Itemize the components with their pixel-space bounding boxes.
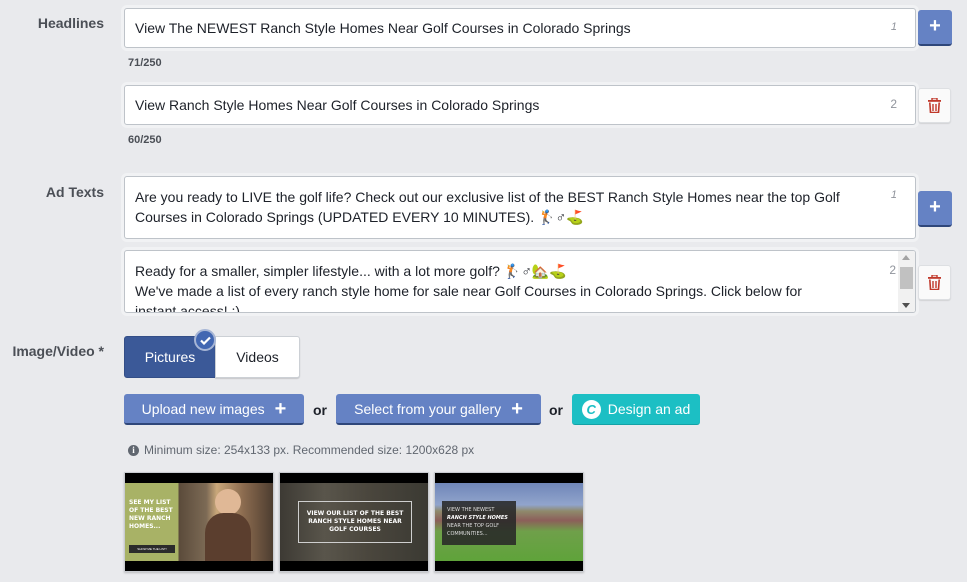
delete-ad-text-button[interactable] — [918, 265, 951, 300]
thumbnail-caption-line: COMMUNITIES... — [447, 531, 488, 537]
add-ad-text-button[interactable]: + — [918, 191, 952, 227]
tab-videos[interactable]: Videos — [215, 336, 300, 378]
delete-headline-button[interactable] — [918, 88, 951, 123]
thumbnail-image: SEE MY LIST OF THE BEST NEW RANCH HOMES.… — [125, 483, 273, 561]
design-ad-button[interactable]: C Design an ad — [572, 394, 700, 425]
select-gallery-button[interactable]: Select from your gallery + — [336, 394, 541, 425]
thumbnail-caption-line: NEAR THE TOP GOLF — [447, 523, 500, 529]
scrollbar-thumb[interactable] — [900, 267, 913, 289]
thumbnail-caption: VIEW OUR LIST OF THE BEST RANCH STYLE HO… — [306, 510, 404, 533]
info-icon: i — [128, 444, 139, 456]
thumbnail-caption-line: VIEW THE NEWEST — [447, 507, 495, 513]
or-separator: or — [313, 402, 327, 418]
ad-text-content-2: Ready for a smaller, simpler lifestyle..… — [125, 251, 915, 313]
image-size-hint: i Minimum size: 254x133 px. Recommended … — [128, 443, 474, 457]
headline-index-1: 1 — [890, 21, 897, 33]
or-separator: or — [549, 402, 563, 418]
ad-text-content-1: Are you ready to LIVE the golf life? Che… — [125, 177, 915, 227]
select-gallery-label: Select from your gallery — [354, 400, 502, 417]
plus-icon: + — [274, 397, 287, 420]
ad-text-line: We've made a list of every ranch style h… — [135, 283, 802, 299]
plus-icon: + — [511, 397, 523, 420]
ad-text-index-2: 2 — [889, 263, 896, 277]
upload-images-button[interactable]: Upload new images + — [124, 394, 304, 425]
ad-text-input-1[interactable]: Are you ready to LIVE the golf life? Che… — [124, 176, 916, 239]
headline-text-1: View The NEWEST Ranch Style Homes Near G… — [135, 20, 631, 36]
ad-text-line: instant access! :) — [135, 303, 241, 313]
plus-icon: + — [929, 196, 941, 218]
headline-input-2[interactable]: View Ranch Style Homes Near Golf Courses… — [124, 85, 916, 125]
ad-text-line: Ready for a smaller, simpler lifestyle..… — [135, 263, 567, 279]
ad-text-scrollbar[interactable] — [898, 251, 915, 312]
canva-logo-icon: C — [581, 399, 601, 419]
trash-icon — [928, 98, 941, 113]
headline-index-2: 2 — [890, 97, 897, 111]
image-thumbnail-1[interactable]: SEE MY LIST OF THE BEST NEW RANCH HOMES.… — [124, 472, 274, 572]
plus-icon: + — [929, 15, 941, 37]
ad-text-index-1: 1 — [890, 189, 897, 201]
upload-images-label: Upload new images — [141, 400, 265, 417]
person-body — [205, 513, 251, 561]
scroll-down-arrow-icon[interactable] — [902, 303, 910, 308]
image-video-label: Image/Video * — [12, 343, 104, 359]
ad-text-line: Are you ready to LIVE the golf life? Che… — [135, 189, 840, 205]
thumbnail-cta: SHOW ME THE LIST! — [129, 545, 175, 553]
design-ad-label: Design an ad — [607, 401, 691, 417]
headline-input-1[interactable]: View The NEWEST Ranch Style Homes Near G… — [124, 8, 916, 48]
ad-texts-label: Ad Texts — [45, 184, 104, 200]
ad-text-line: Courses in Colorado Springs (UPDATED EVE… — [135, 209, 584, 225]
image-thumbnail-3[interactable]: VIEW THE NEWEST RANCH STYLE HOMES NEAR T… — [434, 472, 584, 572]
headline-counter-2: 60/250 — [128, 134, 162, 146]
image-thumbnail-2[interactable]: VIEW OUR LIST OF THE BEST RANCH STYLE HO… — [279, 472, 429, 572]
selected-check-icon — [194, 329, 216, 351]
thumbnail-caption: SEE MY LIST OF THE BEST NEW RANCH HOMES.… — [129, 499, 173, 530]
headline-counter-1: 71/250 — [128, 57, 162, 69]
trash-icon — [928, 275, 941, 290]
image-size-hint-text: Minimum size: 254x133 px. Recommended si… — [144, 443, 475, 457]
person-face — [215, 489, 241, 515]
add-headline-button[interactable]: + — [918, 10, 952, 46]
thumbnail-image: VIEW OUR LIST OF THE BEST RANCH STYLE HO… — [280, 483, 428, 561]
headlines-label: Headlines — [37, 15, 104, 31]
scroll-up-arrow-icon[interactable] — [902, 255, 910, 260]
ad-text-input-2[interactable]: Ready for a smaller, simpler lifestyle..… — [124, 250, 916, 313]
thumbnail-caption-line: RANCH STYLE HOMES — [447, 515, 508, 521]
headline-text-2: View Ranch Style Homes Near Golf Courses… — [135, 97, 540, 113]
thumbnail-image: VIEW THE NEWEST RANCH STYLE HOMES NEAR T… — [435, 483, 583, 561]
